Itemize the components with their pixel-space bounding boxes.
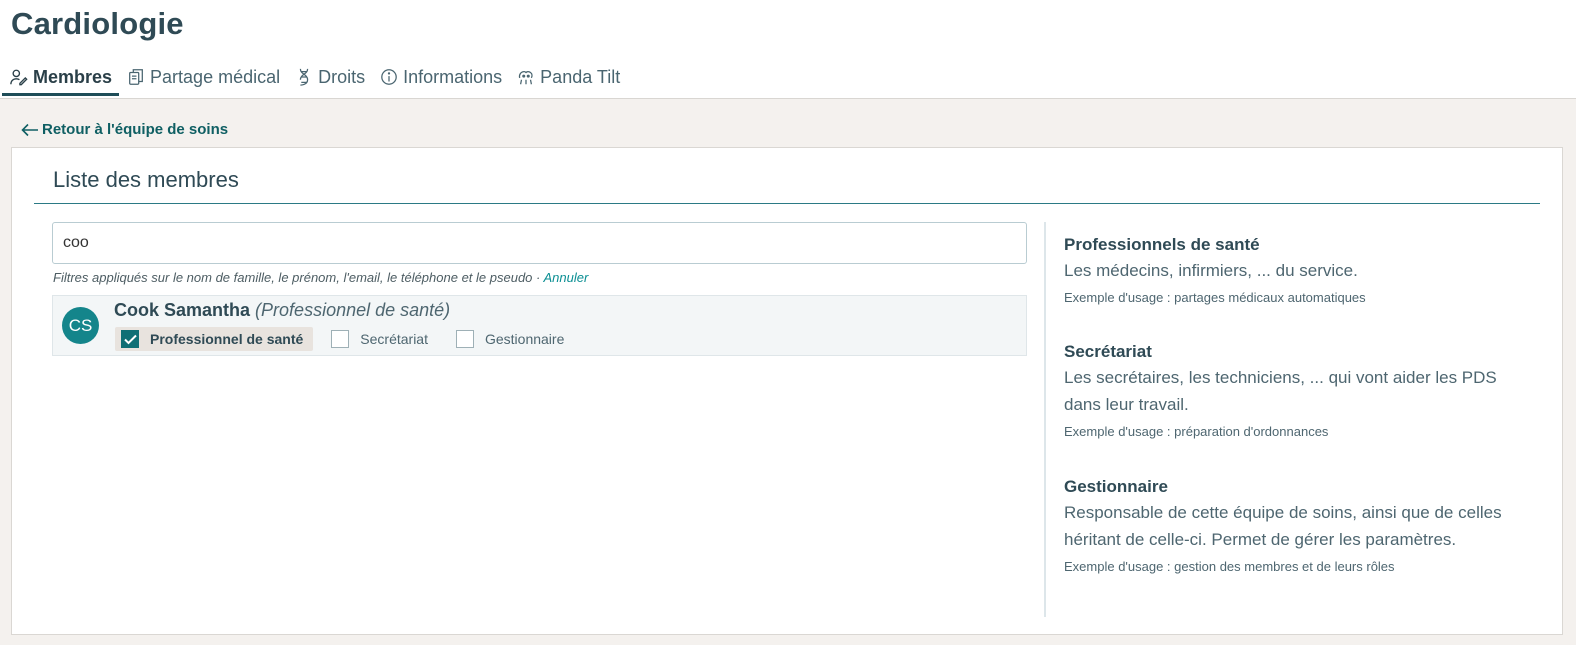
role-description-text: Les médecins, infirmiers, ... du service… [1064, 261, 1358, 280]
user-edit-icon [9, 67, 29, 87]
role-label: Gestionnaire [484, 331, 565, 347]
panel-title: Liste des membres [53, 167, 239, 192]
vertical-divider [1044, 222, 1046, 617]
tab-label: Panda Tilt [540, 66, 621, 87]
role-description-title: Professionnels de santé [1064, 235, 1260, 254]
checkbox-unchecked[interactable] [455, 330, 474, 348]
role-description-title: Gestionnaire [1064, 477, 1168, 496]
arrow-left-icon [21, 123, 38, 136]
checkbox-checked[interactable] [121, 330, 139, 348]
role-description-secretariat: Secrétariat Les secrétaires, les technic… [1064, 341, 1514, 440]
tab-partage-medical[interactable]: Partage médical [119, 62, 287, 92]
role-description-professionnels: Professionnels de santé Les médecins, in… [1064, 234, 1514, 306]
tab-label: Informations [403, 66, 503, 87]
role-description-example: Exemple d'usage : gestion des membres et… [1064, 559, 1395, 574]
member-role-label: (Professionnel de santé) [255, 300, 451, 320]
top-header: Cardiologie Membres Partage médical Droi… [0, 0, 1576, 99]
tab-informations[interactable]: Informations [372, 62, 509, 92]
checkbox-unchecked[interactable] [331, 330, 350, 348]
page-title: Cardiologie [11, 6, 184, 41]
title-divider [34, 203, 1540, 204]
tab-panda-tilt[interactable]: Panda Tilt [509, 62, 627, 92]
avatar: CS [62, 307, 99, 344]
role-description-example: Exemple d'usage : partages médicaux auto… [1064, 290, 1366, 305]
members-panel: Liste des membres Filtres appliqués sur … [11, 147, 1563, 635]
role-checkbox-professionnel-de-sante[interactable]: Professionnel de santé [115, 327, 314, 351]
dna-icon [294, 67, 314, 87]
checkmark-icon [123, 334, 137, 344]
member-name: Cook Samantha (Professionnel de santé) [114, 300, 450, 321]
role-description-text: Les secrétaires, les techniciens, ... qu… [1064, 368, 1497, 414]
tab-droits[interactable]: Droits [287, 62, 372, 92]
tab-label: Droits [318, 66, 366, 87]
role-checkbox-secretariat[interactable]: Secrétariat [325, 327, 438, 351]
role-description-text: Responsable de cette équipe de soins, ai… [1064, 503, 1502, 549]
documents-icon [126, 67, 146, 87]
tab-label: Membres [33, 66, 113, 87]
tab-membres[interactable]: Membres [2, 62, 120, 96]
tab-bar: Membres Partage médical Droits Informati… [2, 62, 627, 98]
role-description-example: Exemple d'usage : préparation d'ordonnan… [1064, 424, 1329, 439]
panda-icon [516, 67, 536, 87]
info-circle-icon [379, 67, 399, 87]
role-description-title: Secrétariat [1064, 342, 1152, 361]
filter-note-text: Filtres appliqués sur le nom de famille,… [53, 270, 544, 285]
back-link-label: Retour à l'équipe de soins [42, 121, 229, 138]
cancel-filter-link[interactable]: Annuler [543, 270, 588, 285]
filter-note: Filtres appliqués sur le nom de famille,… [53, 270, 588, 285]
member-full-name: Cook Samantha [114, 300, 251, 320]
back-to-care-team-link[interactable]: Retour à l'équipe de soins [21, 121, 228, 138]
role-checkbox-gestionnaire[interactable]: Gestionnaire [450, 327, 574, 351]
role-checkboxes: Professionnel de santé Secrétariat Gesti… [115, 327, 586, 351]
role-label: Secrétariat [360, 331, 428, 347]
member-row: CS Cook Samantha (Professionnel de santé… [52, 295, 1027, 356]
tab-label: Partage médical [150, 66, 281, 87]
member-search-input[interactable] [52, 222, 1027, 264]
role-label: Professionnel de santé [150, 331, 304, 347]
role-description-gestionnaire: Gestionnaire Responsable de cette équipe… [1064, 476, 1514, 575]
